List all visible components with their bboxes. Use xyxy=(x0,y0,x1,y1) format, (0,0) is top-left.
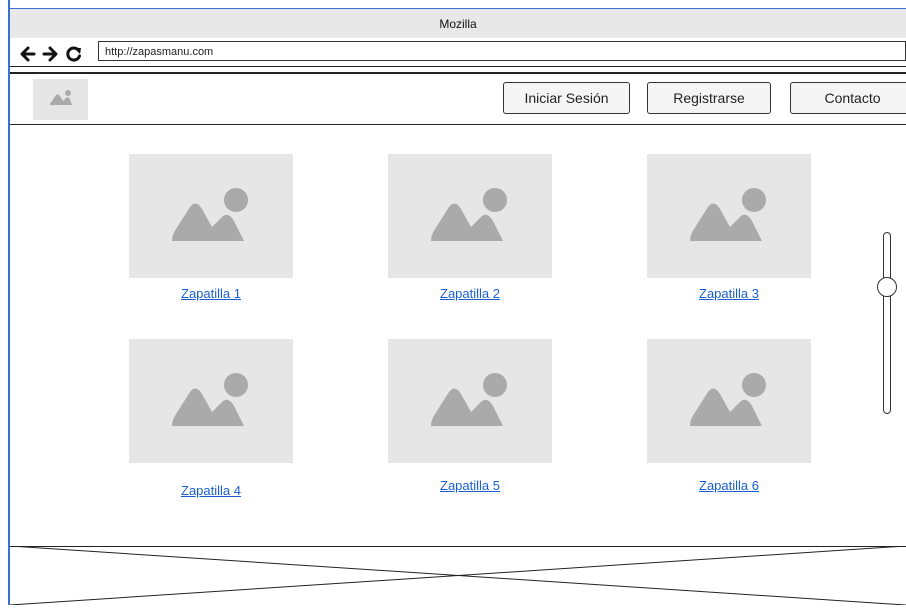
product-image[interactable] xyxy=(129,339,293,463)
window-frame-border xyxy=(8,0,10,605)
product-image[interactable] xyxy=(129,154,293,278)
window-title: Mozilla xyxy=(439,17,477,31)
product-image[interactable] xyxy=(647,154,811,278)
product-link[interactable]: Zapatilla 1 xyxy=(129,286,293,301)
footer-placeholder xyxy=(9,545,906,606)
header-top-divider xyxy=(10,72,906,74)
header-bottom-divider xyxy=(10,124,906,125)
product-card: Zapatilla 6 xyxy=(647,339,811,493)
navbar-divider xyxy=(10,66,906,67)
product-card: Zapatilla 1 xyxy=(129,154,293,301)
image-placeholder-icon xyxy=(172,373,248,426)
product-link[interactable]: Zapatilla 2 xyxy=(388,286,552,301)
url-input[interactable] xyxy=(99,43,905,61)
image-placeholder-icon xyxy=(431,188,507,241)
arrow-right-icon[interactable] xyxy=(40,43,60,65)
image-placeholder-icon xyxy=(172,188,248,241)
register-button[interactable]: Registrarse xyxy=(647,82,771,114)
product-link[interactable]: Zapatilla 6 xyxy=(647,478,811,493)
product-link[interactable]: Zapatilla 4 xyxy=(129,483,293,498)
product-card: Zapatilla 2 xyxy=(388,154,552,301)
site-logo[interactable] xyxy=(33,79,88,120)
scroll-slider-handle[interactable] xyxy=(877,277,897,298)
product-link[interactable]: Zapatilla 5 xyxy=(388,478,552,493)
contact-button[interactable]: Contacto xyxy=(790,82,906,114)
product-card: Zapatilla 5 xyxy=(388,339,552,493)
window-titlebar: Mozilla xyxy=(10,8,906,40)
arrow-left-icon[interactable] xyxy=(18,43,38,65)
product-image[interactable] xyxy=(647,339,811,463)
product-link[interactable]: Zapatilla 3 xyxy=(647,286,811,301)
image-placeholder-icon xyxy=(50,90,72,105)
image-placeholder-icon xyxy=(690,373,766,426)
address-bar[interactable] xyxy=(98,41,906,61)
product-image[interactable] xyxy=(388,154,552,278)
product-card: Zapatilla 4 xyxy=(129,339,293,498)
image-placeholder-icon xyxy=(690,188,766,241)
scroll-slider-track[interactable] xyxy=(883,232,891,414)
product-card: Zapatilla 3 xyxy=(647,154,811,301)
product-image[interactable] xyxy=(388,339,552,463)
login-button[interactable]: Iniciar Sesión xyxy=(503,82,630,114)
reload-icon[interactable] xyxy=(64,43,84,65)
image-placeholder-icon xyxy=(431,373,507,426)
